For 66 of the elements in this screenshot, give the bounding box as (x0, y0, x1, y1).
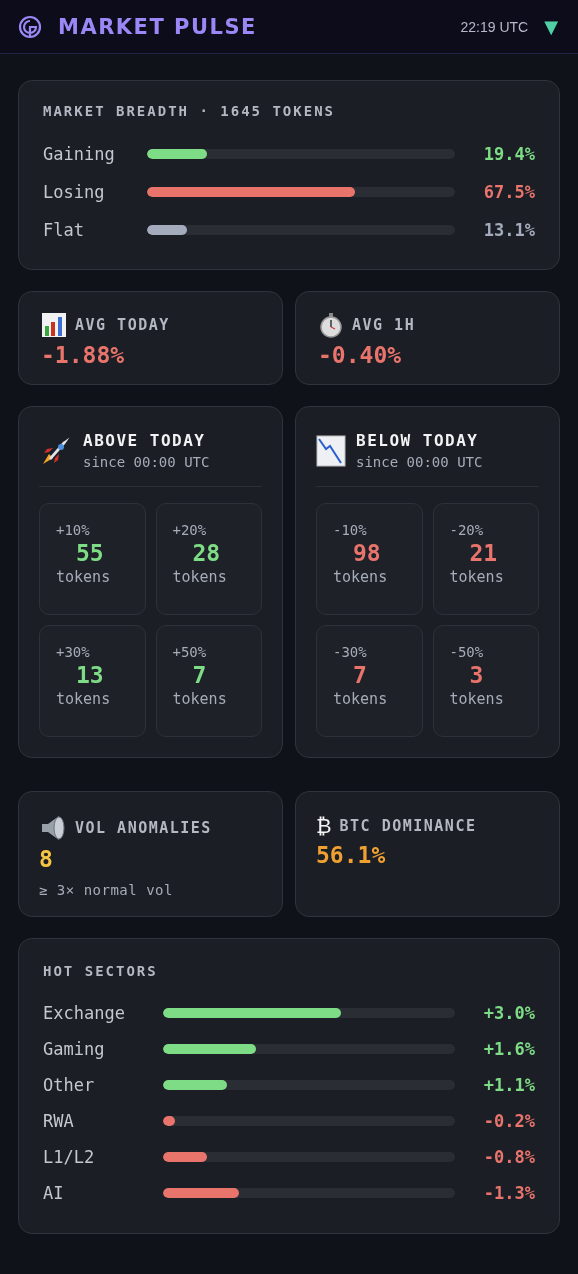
tile-count: 13 (76, 662, 104, 688)
bar-label: RWA (43, 1111, 75, 1131)
stat-label: VOL ANOMALIES (75, 819, 212, 837)
clock-time: 22:19 UTC (460, 18, 529, 35)
bar-label: Gaining (43, 144, 116, 164)
bar-label: Exchange (43, 1003, 126, 1023)
tile-unit: tokens (449, 690, 505, 708)
bar-value: 67.5% (482, 182, 535, 202)
tile-count: 28 (192, 540, 221, 566)
bar-label: Losing (43, 182, 106, 202)
stat-value: 56.1% (316, 842, 387, 868)
bar-label: AI (43, 1183, 65, 1203)
tile-label: -10% (333, 522, 368, 538)
bar-label: Gaming (43, 1039, 106, 1059)
bar-label: Flat (43, 220, 85, 240)
tile-count: 55 (76, 540, 104, 566)
bar-value: 13.1% (482, 220, 535, 240)
bar-value: 19.4% (482, 144, 535, 164)
bitcoin-symbol: ₿ (316, 814, 332, 838)
tile-count: 98 (353, 540, 381, 566)
bar-value: -0.2% (482, 1111, 535, 1131)
tile-unit: tokens (56, 568, 112, 586)
tile-label: +20% (172, 522, 208, 538)
logo-icon (18, 14, 42, 39)
stat-value: 8 (39, 846, 54, 872)
tile-unit: tokens (172, 690, 228, 708)
caret-icon[interactable]: ▼ (544, 17, 558, 36)
bar-value: -1.3% (482, 1183, 535, 1203)
tile-unit: tokens (449, 568, 505, 586)
card-title: HOT SECTORS (43, 963, 159, 979)
panel-subtitle: since 00:00 UTC (356, 454, 483, 470)
tile-unit: tokens (172, 568, 228, 586)
tile-label: -20% (449, 522, 485, 538)
bar-chart-icon (41, 312, 67, 338)
panel-title: ABOVE TODAY (83, 431, 207, 450)
app-title: MARKET PULSE (58, 14, 258, 39)
tile-label: -30% (333, 644, 368, 660)
tile-count: 7 (192, 662, 207, 688)
tile-unit: tokens (333, 690, 389, 708)
speaker-icon (39, 814, 67, 842)
bar-value: +1.6% (482, 1039, 535, 1059)
chart-down-icon (316, 434, 346, 467)
stat-label: AVG 1H (352, 316, 416, 334)
stat-label: AVG TODAY (75, 316, 170, 334)
bar-label: L1/L2 (43, 1147, 96, 1167)
tile-label: +50% (172, 644, 208, 660)
tile-label: -50% (449, 644, 485, 660)
stat-note: ≥ 3× normal vol (39, 882, 174, 898)
stat-value: -0.40% (318, 342, 403, 368)
bar-value: +1.1% (482, 1075, 535, 1095)
tile-count: 3 (469, 662, 484, 688)
panel-title: BELOW TODAY (356, 431, 480, 450)
stat-label: BTC DOMINANCE (339, 817, 477, 835)
tile-count: 7 (353, 662, 367, 688)
bar-value: +3.0% (482, 1003, 535, 1023)
panel-subtitle: since 00:00 UTC (83, 454, 210, 470)
tile-count: 21 (469, 540, 498, 566)
stat-value: -1.88% (41, 342, 126, 368)
bar-label: Other (43, 1075, 96, 1095)
tile-unit: tokens (333, 568, 389, 586)
stopwatch-icon (318, 312, 344, 338)
bar-value: -0.8% (482, 1147, 535, 1167)
tile-unit: tokens (56, 690, 112, 708)
card-title: MARKET BREADTH · 1645 TOKENS (43, 103, 336, 119)
tile-label: +10% (56, 522, 91, 538)
tile-label: +30% (56, 644, 91, 660)
